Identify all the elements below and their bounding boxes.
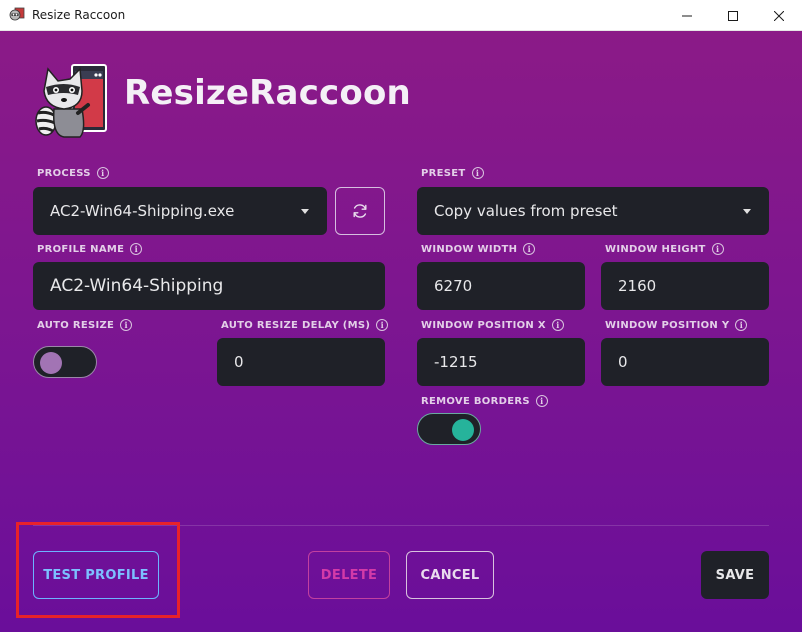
main-panel: ResizeRaccoon PROCESS i AC2-Win64-Shippi… [0, 31, 802, 632]
preset-label: PRESET i [421, 167, 484, 179]
maximize-button[interactable] [710, 0, 756, 31]
auto-resize-delay-input[interactable]: 0 [217, 338, 385, 386]
close-button[interactable] [756, 0, 802, 31]
auto-resize-delay-label: AUTO RESIZE DELAY (MS) i [221, 319, 389, 331]
auto-resize-toggle[interactable] [33, 346, 97, 378]
window-position-x-input[interactable]: -1215 [417, 338, 585, 386]
info-icon[interactable]: i [96, 167, 109, 179]
info-icon[interactable]: i [471, 167, 484, 179]
profile-name-input[interactable]: AC2-Win64-Shipping [33, 262, 385, 310]
info-icon[interactable]: i [376, 319, 389, 331]
raccoon-logo-icon [35, 64, 107, 138]
window-width-input[interactable]: 6270 [417, 262, 585, 310]
info-icon[interactable]: i [735, 319, 748, 331]
toggle-knob [40, 352, 62, 374]
save-button[interactable]: SAVE [701, 551, 769, 599]
delete-button[interactable]: DELETE [308, 551, 390, 599]
title-bar: Resize Raccoon [0, 0, 802, 31]
process-select[interactable]: AC2-Win64-Shipping.exe [33, 187, 327, 235]
toggle-knob [452, 419, 474, 441]
minimize-icon [682, 15, 692, 16]
minimize-button[interactable] [664, 0, 710, 31]
window-title: Resize Raccoon [32, 8, 126, 22]
cancel-button[interactable]: CANCEL [406, 551, 494, 599]
chevron-down-icon [301, 209, 309, 214]
close-icon [774, 10, 784, 21]
profile-name-label: PROFILE NAME i [37, 243, 143, 255]
window-height-label: WINDOW HEIGHT i [605, 243, 724, 255]
window-height-input[interactable]: 2160 [601, 262, 769, 310]
app-brand-title: ResizeRaccoon [124, 73, 411, 113]
remove-borders-label: REMOVE BORDERS i [421, 395, 548, 407]
auto-resize-label: AUTO RESIZE i [37, 319, 133, 331]
info-icon[interactable]: i [711, 243, 724, 255]
remove-borders-toggle[interactable] [417, 413, 481, 445]
preset-select[interactable]: Copy values from preset [417, 187, 769, 235]
info-icon[interactable]: i [523, 243, 536, 255]
window-position-x-label: WINDOW POSITION X i [421, 319, 564, 331]
window-position-y-label: WINDOW POSITION Y i [605, 319, 748, 331]
window-position-y-input[interactable]: 0 [601, 338, 769, 386]
refresh-icon [353, 204, 367, 218]
maximize-icon [728, 10, 738, 21]
info-icon[interactable]: i [130, 243, 143, 255]
window-width-label: WINDOW WIDTH i [421, 243, 536, 255]
info-icon[interactable]: i [535, 395, 548, 407]
chevron-down-icon [743, 209, 751, 214]
process-label: PROCESS i [37, 167, 109, 179]
info-icon[interactable]: i [551, 319, 564, 331]
raccoon-app-icon [9, 7, 25, 21]
info-icon[interactable]: i [120, 319, 133, 331]
refresh-process-button[interactable] [335, 187, 385, 235]
highlight-box [16, 522, 180, 618]
